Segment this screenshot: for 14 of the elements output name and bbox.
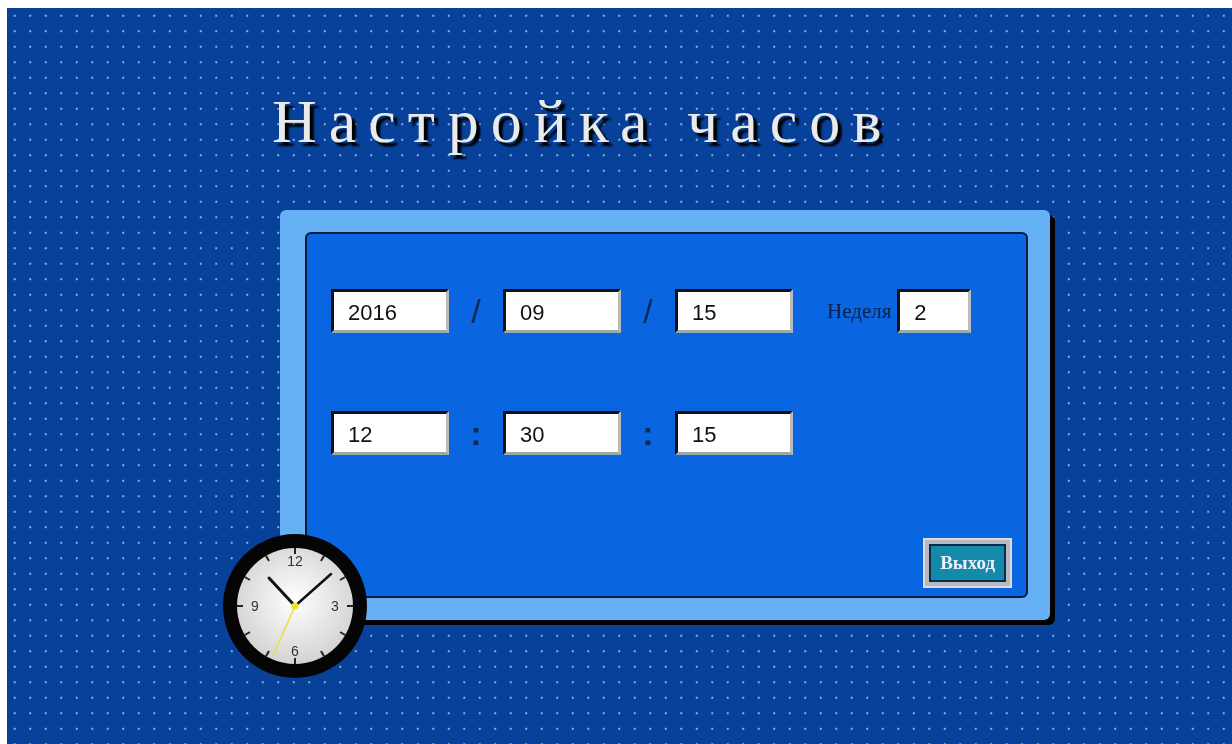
date-field[interactable]: 15: [675, 289, 793, 333]
time-field[interactable]: 12: [331, 411, 449, 455]
time-field[interactable]: 30: [503, 411, 621, 455]
time-field[interactable]: 15: [675, 411, 793, 455]
time-separator: :: [469, 413, 483, 453]
date-field[interactable]: 2016: [331, 289, 449, 333]
week-field[interactable]: 2: [897, 289, 972, 333]
exit-button[interactable]: Выход: [923, 538, 1012, 588]
date-field[interactable]: 09: [503, 289, 621, 333]
week-label: Неделя: [827, 298, 892, 324]
date-separator: /: [470, 291, 482, 331]
clock-drawing: 12 3 6 9: [221, 532, 369, 680]
date-separator: /: [642, 291, 654, 331]
time-separator: :: [641, 413, 655, 453]
